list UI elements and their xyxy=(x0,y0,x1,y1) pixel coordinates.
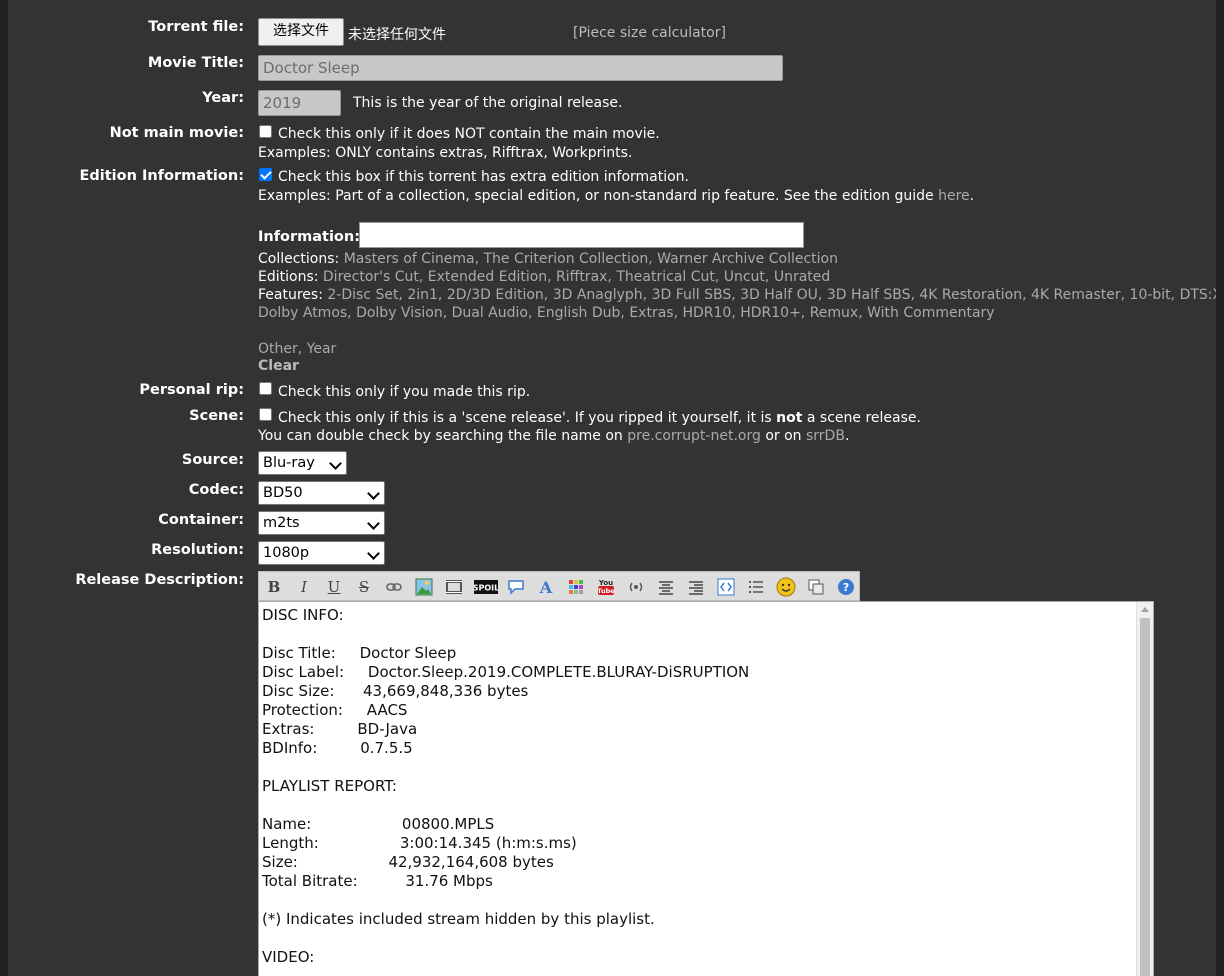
clear-link[interactable]: Clear xyxy=(258,358,299,374)
edition-examples-text: Examples: Part of a collection, special … xyxy=(258,188,939,204)
screenshots-icon[interactable] xyxy=(443,576,465,598)
information-input[interactable] xyxy=(359,222,804,248)
youtube-icon[interactable]: You Tube xyxy=(595,576,617,598)
edition-guide-link[interactable]: here xyxy=(938,188,970,204)
scene-check-line: You can double check by searching the fi… xyxy=(258,428,849,444)
srrdb-link[interactable]: srrDB xyxy=(806,428,845,444)
scene-text: Check this only if this is a 'scene rele… xyxy=(278,410,921,426)
file-status: 未选择任何文件 xyxy=(348,27,446,43)
svg-text:SPOIL: SPOIL xyxy=(474,584,498,593)
edition-info-text: Check this box if this torrent has extra… xyxy=(278,169,690,185)
source-label: Source: xyxy=(181,452,244,468)
movie-title-input[interactable] xyxy=(258,55,783,81)
codec-label: Codec: xyxy=(188,482,244,498)
chevron-down-icon xyxy=(367,517,380,530)
source-select[interactable]: Blu-ray xyxy=(258,451,347,475)
scene-text-end: a scene release. xyxy=(802,410,921,426)
other-year-links[interactable]: Other, Year xyxy=(258,341,336,357)
scene-text-start: Check this only if this is a 'scene rele… xyxy=(278,410,777,426)
strikethrough-icon[interactable]: S xyxy=(353,576,375,598)
editions-links[interactable]: Director's Cut, Extended Edition, Rifftr… xyxy=(323,269,830,285)
scene-check-text: You can double check by searching the fi… xyxy=(258,428,628,444)
resolution-label: Resolution: xyxy=(151,542,244,558)
align-center-icon[interactable] xyxy=(655,576,677,598)
release-description-label: Release Description: xyxy=(75,572,244,588)
edition-examples: Examples: Part of a collection, special … xyxy=(258,188,974,204)
copy-icon[interactable] xyxy=(805,576,827,598)
editor-toolbar: B I U S SPOIL A You Tube ? xyxy=(258,571,860,601)
upload-form: Torrent file: 选择文件 未选择任何文件 [Piece size c… xyxy=(8,0,1216,976)
list-icon[interactable] xyxy=(745,576,767,598)
scroll-up-arrow-icon[interactable] xyxy=(1141,607,1149,612)
scene-check-end: . xyxy=(844,428,850,444)
color-icon[interactable] xyxy=(565,576,587,598)
resolution-select[interactable]: 1080p xyxy=(258,541,385,565)
audio-icon[interactable] xyxy=(625,576,647,598)
information-label: Information: xyxy=(258,229,361,245)
not-main-movie-label: Not main movie: xyxy=(109,125,244,141)
collections-label: Collections: xyxy=(258,251,344,267)
scene-check-mid: or on xyxy=(760,428,806,444)
piece-size-calculator-link[interactable]: [Piece size calculator] xyxy=(573,25,726,41)
underline-icon[interactable]: U xyxy=(323,576,345,598)
source-value: Blu-ray xyxy=(263,455,315,471)
collections-line: Collections: Masters of Cinema, The Crit… xyxy=(258,251,838,267)
bold-icon[interactable]: B xyxy=(263,576,285,598)
spoiler-icon[interactable]: SPOIL xyxy=(473,576,499,598)
personal-rip-checkbox[interactable] xyxy=(259,382,272,395)
corrupt-net-link[interactable]: pre.corrupt-net.org xyxy=(627,428,761,444)
not-main-movie-examples: Examples: ONLY contains extras, Rifftrax… xyxy=(258,145,633,161)
edition-info-checkbox[interactable] xyxy=(259,168,272,181)
link-icon[interactable] xyxy=(383,576,405,598)
image-icon[interactable] xyxy=(413,576,435,598)
scene-label: Scene: xyxy=(189,408,244,424)
smiley-icon[interactable] xyxy=(775,576,797,598)
editions-line: Editions: Director's Cut, Extended Editi… xyxy=(258,269,830,285)
font-icon[interactable]: A xyxy=(535,576,557,598)
scene-checkbox[interactable] xyxy=(259,408,272,421)
release-description-textarea[interactable]: DISC INFO: Disc Title: Doctor Sleep Disc… xyxy=(258,601,1154,976)
svg-text:?: ? xyxy=(843,581,849,594)
help-icon[interactable]: ? xyxy=(835,576,857,598)
quote-icon[interactable] xyxy=(505,576,527,598)
container-select[interactable]: m2ts xyxy=(258,511,385,535)
chevron-down-icon xyxy=(329,457,342,470)
container-label: Container: xyxy=(158,512,244,528)
editor-scrollbar[interactable] xyxy=(1136,602,1153,976)
svg-text:Tube: Tube xyxy=(597,587,615,595)
editions-label: Editions: xyxy=(258,269,323,285)
movie-title-label: Movie Title: xyxy=(147,55,244,71)
torrent-file-label: Torrent file: xyxy=(148,19,244,35)
scrollbar-thumb[interactable] xyxy=(1140,618,1150,976)
chevron-down-icon xyxy=(367,487,380,500)
align-right-icon[interactable] xyxy=(685,576,707,598)
edition-examples-end: . xyxy=(969,188,975,204)
italic-icon[interactable]: I xyxy=(293,576,315,598)
not-main-movie-text: Check this only if it does NOT contain t… xyxy=(278,126,660,142)
release-description-text: DISC INFO: Disc Title: Doctor Sleep Disc… xyxy=(262,606,750,966)
personal-rip-text: Check this only if you made this rip. xyxy=(278,384,531,400)
not-main-movie-checkbox[interactable] xyxy=(259,125,272,138)
year-note: This is the year of the original release… xyxy=(353,95,623,111)
features-label: Features: xyxy=(258,287,328,303)
collections-links[interactable]: Masters of Cinema, The Criterion Collect… xyxy=(344,251,838,267)
resolution-value: 1080p xyxy=(263,545,310,561)
year-label: Year: xyxy=(202,90,244,106)
svg-text:You: You xyxy=(598,579,613,587)
code-icon[interactable] xyxy=(715,576,737,598)
codec-select[interactable]: BD50 xyxy=(258,481,385,505)
choose-file-button[interactable]: 选择文件 xyxy=(258,18,344,46)
features-links-2[interactable]: Dolby Atmos, Dolby Vision, Dual Audio, E… xyxy=(258,305,995,321)
edition-info-label: Edition Information: xyxy=(79,168,244,184)
scene-text-bold: not xyxy=(776,410,803,426)
container-value: m2ts xyxy=(263,515,300,531)
features-line: Features: 2-Disc Set, 2in1, 2D/3D Editio… xyxy=(258,287,1216,303)
codec-value: BD50 xyxy=(263,485,303,501)
chevron-down-icon xyxy=(367,547,380,560)
features-links[interactable]: 2-Disc Set, 2in1, 2D/3D Edition, 3D Anag… xyxy=(327,287,1216,303)
year-input[interactable] xyxy=(258,90,341,116)
personal-rip-label: Personal rip: xyxy=(139,382,244,398)
